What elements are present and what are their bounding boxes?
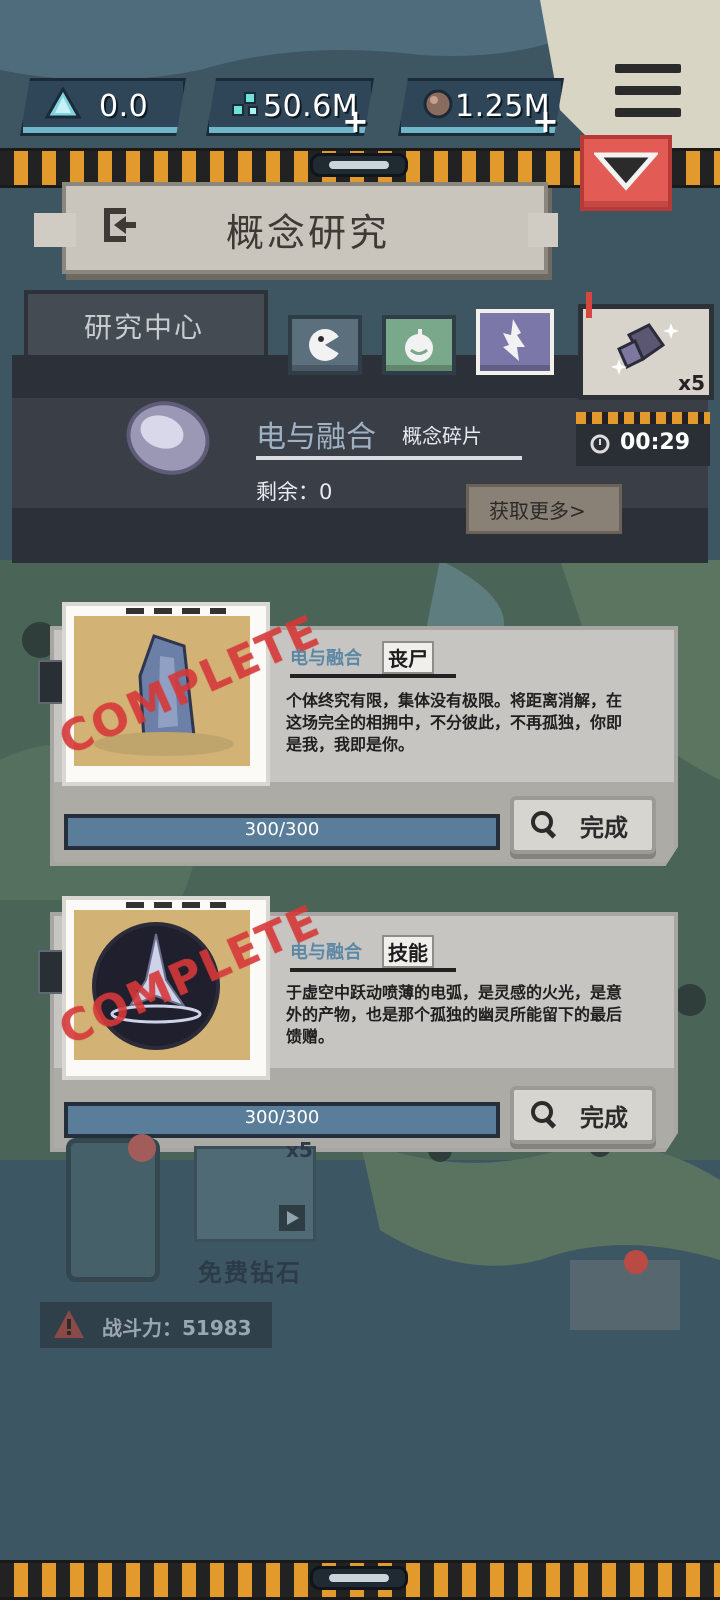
triangle-down-icon	[594, 152, 658, 191]
bottom-drag-handle[interactable]	[310, 1566, 408, 1590]
tab-research-center-label: 研究中心	[84, 311, 205, 344]
timer: 00:29	[576, 424, 710, 466]
menu-button[interactable]	[613, 60, 683, 122]
progress-label: 300/300	[244, 819, 320, 840]
get-more-label: 获取更多>	[489, 499, 586, 523]
free-diamond-label: 免费钻石	[198, 1259, 302, 1287]
video-reward-count: x5	[286, 1138, 313, 1162]
get-more-button[interactable]: 获取更多>	[466, 484, 622, 534]
title-side-tab-right	[528, 213, 558, 247]
complete-button-label: 完成	[580, 1104, 628, 1132]
timer-value: 00:29	[620, 430, 691, 455]
card-name: 电与融合	[290, 942, 362, 963]
card-underline	[290, 674, 456, 678]
fragment-name: 电与融合	[256, 420, 376, 455]
combat-power-value: 战斗力：51983	[102, 1316, 252, 1340]
add-gem-button[interactable]: +	[342, 105, 369, 137]
add-ore-button[interactable]: +	[532, 105, 559, 137]
card-side-tab	[38, 950, 64, 994]
ore-icon	[423, 89, 453, 119]
flame-icon	[503, 319, 525, 361]
crystal-value: 0.0	[99, 89, 149, 124]
title-side-tab-left	[34, 213, 76, 247]
exit-icon[interactable]	[100, 204, 140, 246]
research-progress-bar: 300/300	[64, 1102, 500, 1138]
timer-hazard	[576, 412, 710, 424]
category-apple-button[interactable]	[382, 315, 456, 375]
warning-icon	[54, 1310, 84, 1338]
reward-count: x5	[678, 371, 705, 395]
fragment-gem-icon	[611, 323, 679, 375]
research-progress-bar: 300/300	[64, 814, 500, 850]
fragment-type: 概念碎片	[402, 424, 482, 448]
combat-power: 战斗力：51983	[40, 1302, 272, 1348]
complete-button[interactable]: 完成	[510, 796, 656, 854]
alert-mark	[586, 292, 592, 318]
page-title: 概念研究	[226, 211, 391, 255]
card-description: 于虚空中跃动喷薄的电弧，是灵感的火光，是意外的产物，也是那个孤独的幽灵所能留下的…	[286, 983, 623, 1046]
progress-label: 300/300	[244, 1107, 320, 1128]
card-type: 技能	[382, 935, 434, 968]
card-image-dots	[126, 608, 226, 614]
magnifier-icon	[531, 811, 557, 839]
concept-fragment-icon	[126, 401, 210, 475]
clock-icon	[590, 434, 610, 454]
pacman-icon	[309, 329, 345, 361]
gem-cluster-icon	[232, 92, 258, 116]
fragment-remaining: 剩余：0	[256, 480, 333, 504]
play-icon	[279, 1205, 305, 1231]
crystal-counter: 0.0	[20, 78, 186, 136]
title-panel: 概念研究	[62, 182, 548, 274]
complete-button[interactable]: 完成	[510, 1086, 656, 1144]
category-zombie-button[interactable]	[288, 315, 362, 375]
card-type: 丧尸	[382, 641, 434, 674]
collapse-button[interactable]	[580, 135, 672, 211]
card-underline	[290, 968, 456, 972]
card-side-tab	[38, 660, 64, 704]
phone-badge	[128, 1134, 156, 1162]
card-name: 电与融合	[290, 648, 362, 669]
magnifier-icon	[531, 1101, 557, 1129]
complete-button-label: 完成	[580, 814, 628, 842]
card-image-dots	[126, 902, 226, 908]
apple-icon	[405, 329, 433, 362]
fragment-underline	[256, 456, 522, 460]
reward-box[interactable]: x5	[578, 304, 714, 400]
top-drag-handle[interactable]	[310, 153, 408, 177]
category-skill-button[interactable]	[476, 309, 554, 375]
card-description: 个体终究有限，集体没有极限。将距离消解，在这场完全的相拥中，不分彼此，不再孤独，…	[286, 691, 623, 754]
crystal-icon	[45, 87, 81, 119]
